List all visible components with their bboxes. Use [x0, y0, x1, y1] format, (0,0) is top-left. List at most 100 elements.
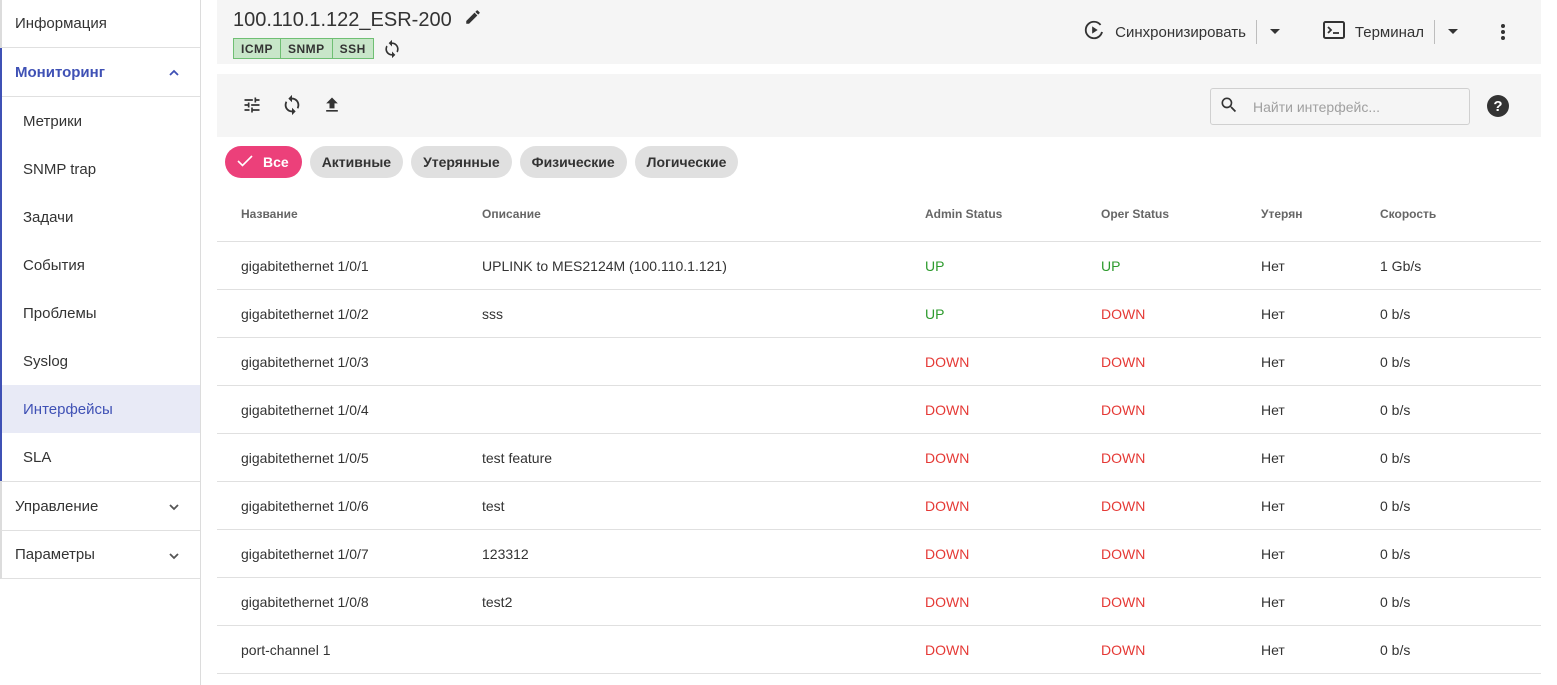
sidebar-item-info[interactable]: Информация	[0, 0, 200, 48]
chip-label: Логические	[646, 154, 727, 170]
more-vert-icon	[1501, 24, 1505, 40]
terminal-button[interactable]: Терминал	[1313, 18, 1434, 46]
oper-status: DOWN	[1101, 305, 1146, 322]
interface-speed: 0 b/s	[1380, 593, 1411, 610]
admin-status: UP	[925, 305, 945, 322]
table-row[interactable]: gigabitethernet 1/0/4 DOWN DOWN Нет 0 b/s	[217, 386, 1541, 434]
caret-down-icon	[1448, 29, 1458, 34]
oper-status: UP	[1101, 257, 1121, 274]
interface-speed: 1 Gb/s	[1380, 257, 1422, 274]
interface-name: gigabitethernet 1/0/8	[241, 593, 369, 610]
badge-snmp: SNMP	[281, 38, 333, 59]
chip-physical[interactable]: Физические	[519, 146, 627, 178]
column-header-speed[interactable]: Скорость	[1380, 207, 1530, 221]
table-row[interactable]: gigabitethernet 1/0/1 UPLINK to MES2124M …	[217, 242, 1541, 290]
upload-icon[interactable]	[321, 94, 343, 116]
sidebar-item-problems[interactable]: Проблемы	[2, 289, 200, 337]
oper-status: DOWN	[1101, 353, 1146, 370]
sidebar-item-sla[interactable]: SLA	[2, 433, 200, 481]
help-icon[interactable]: ?	[1487, 95, 1509, 117]
column-header-description[interactable]: Описание	[482, 207, 925, 221]
chip-active[interactable]: Активные	[309, 146, 404, 178]
chip-lost[interactable]: Утерянные	[411, 146, 512, 178]
chip-label: Утерянные	[423, 154, 500, 170]
sidebar-group-parameters[interactable]: Параметры	[0, 530, 200, 579]
chip-logical[interactable]: Логические	[634, 146, 739, 178]
interface-speed: 0 b/s	[1380, 641, 1411, 658]
column-header-name[interactable]: Название	[217, 207, 482, 221]
column-header-lost[interactable]: Утерян	[1261, 207, 1380, 221]
chip-label: Физические	[531, 154, 615, 170]
sidebar-group-management[interactable]: Управление	[0, 481, 200, 530]
interfaces-toolbar: ?	[217, 74, 1541, 137]
table-row[interactable]: gigabitethernet 1/0/5 test feature DOWN DOW…	[217, 434, 1541, 482]
lost-status: Нет	[1261, 257, 1285, 274]
column-header-oper-status[interactable]: Oper Status	[1101, 207, 1261, 221]
sidebar-group-label: Мониторинг	[15, 63, 105, 81]
terminal-label: Терминал	[1354, 23, 1424, 41]
lost-status: Нет	[1261, 593, 1285, 610]
sidebar-item-label: SNMP trap	[23, 160, 97, 178]
sidebar-item-events[interactable]: События	[2, 241, 200, 289]
sidebar-item-snmp-trap[interactable]: SNMP trap	[2, 145, 200, 193]
sidebar-group-monitoring-header[interactable]: Мониторинг	[2, 48, 200, 97]
table-row[interactable]: gigabitethernet 1/0/6 test DOWN DOWN Нет 0 b/…	[217, 482, 1541, 530]
header-actions: Синхронизировать Терминал	[1073, 18, 1525, 46]
sidebar-item-interfaces[interactable]: Интерфейсы	[2, 385, 200, 433]
oper-status: DOWN	[1101, 593, 1146, 610]
terminal-dropdown-button[interactable]	[1435, 18, 1471, 46]
interface-speed: 0 b/s	[1380, 353, 1411, 370]
sidebar-item-metrics[interactable]: Метрики	[2, 97, 200, 145]
oper-status: DOWN	[1101, 497, 1146, 514]
oper-status: DOWN	[1101, 449, 1146, 466]
table-row[interactable]: gigabitethernet 1/0/2 sss UP DOWN Нет 0 b/s	[217, 290, 1541, 338]
sidebar-item-label: Проблемы	[23, 304, 97, 322]
sidebar-item-syslog[interactable]: Syslog	[2, 337, 200, 385]
filter-chips: Все Активные Утерянные Физические Логиче…	[225, 146, 739, 178]
lost-status: Нет	[1261, 401, 1285, 418]
interface-speed: 0 b/s	[1380, 401, 1411, 418]
interface-name: port-channel 1	[241, 641, 331, 658]
admin-status: DOWN	[925, 353, 970, 370]
admin-status: DOWN	[925, 641, 970, 658]
oper-status: DOWN	[1101, 641, 1146, 658]
interface-name: gigabitethernet 1/0/2	[241, 305, 369, 322]
interface-description: UPLINK to MES2124M (100.110.1.121)	[482, 257, 727, 274]
column-header-admin-status[interactable]: Admin Status	[925, 207, 1101, 221]
sidebar-item-label: Задачи	[23, 208, 74, 226]
admin-status: UP	[925, 257, 945, 274]
edit-icon[interactable]	[464, 8, 482, 32]
more-menu-button[interactable]	[1481, 18, 1525, 46]
sync-icon[interactable]	[281, 94, 303, 116]
tune-icon[interactable]	[241, 94, 263, 116]
table-row[interactable]: gigabitethernet 1/0/8 test2 DOWN DOWN Нет 0 b…	[217, 578, 1541, 626]
admin-status: DOWN	[925, 593, 970, 610]
table-row[interactable]: port-channel 1 DOWN DOWN Нет 0 b/s	[217, 626, 1541, 674]
interface-description: 123312	[482, 545, 529, 562]
table-row[interactable]: gigabitethernet 1/0/7 123312 DOWN DOWN Нет 0 …	[217, 530, 1541, 578]
admin-status: DOWN	[925, 545, 970, 562]
sidebar-item-label: Интерфейсы	[23, 400, 113, 418]
search-box	[1210, 88, 1470, 125]
badge-icmp: ICMP	[233, 38, 281, 59]
search-input[interactable]	[1253, 98, 1453, 115]
interface-name: gigabitethernet 1/0/7	[241, 545, 369, 562]
sidebar-group-monitoring: Мониторинг Метрики SNMP trap Задачи Собы…	[0, 48, 200, 481]
table-row[interactable]: gigabitethernet 1/0/3 DOWN DOWN Нет 0 b/s	[217, 338, 1541, 386]
terminal-icon	[1322, 20, 1345, 44]
refresh-icon[interactable]	[382, 39, 402, 59]
chip-label: Активные	[321, 154, 392, 170]
interfaces-table: Название Описание Admin Status Oper Stat…	[217, 186, 1541, 674]
device-header: 100.110.1.122_ESR-200 ICMP SNMP SSH Синх…	[217, 0, 1541, 64]
interface-description: sss	[482, 305, 503, 322]
interface-name: gigabitethernet 1/0/6	[241, 497, 369, 514]
lost-status: Нет	[1261, 305, 1285, 322]
sidebar-item-tasks[interactable]: Задачи	[2, 193, 200, 241]
interface-speed: 0 b/s	[1380, 449, 1411, 466]
interface-speed: 0 b/s	[1380, 497, 1411, 514]
sync-button[interactable]: Синхронизировать	[1073, 18, 1256, 46]
admin-status: DOWN	[925, 449, 970, 466]
chip-all[interactable]: Все	[225, 146, 302, 178]
interface-description: test2	[482, 593, 513, 610]
sync-dropdown-button[interactable]	[1257, 18, 1293, 46]
